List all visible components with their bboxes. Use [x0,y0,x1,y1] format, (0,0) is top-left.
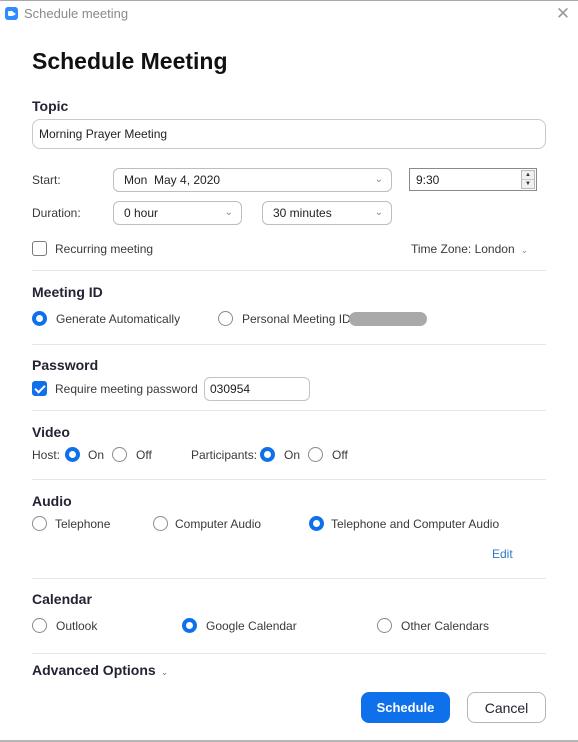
start-time-input[interactable] [410,169,510,190]
start-time-field[interactable]: ▲ ▼ [409,168,537,191]
recurring-label: Recurring meeting [55,242,154,256]
radio-label: Telephone and Computer Audio [331,517,500,531]
require-password-label: Require meeting password [55,382,198,396]
advanced-options-toggle[interactable]: Advanced Options ⌄ [32,662,168,678]
time-zone-select[interactable]: Time Zone: London ⌄ [411,242,528,256]
radio-other-calendars[interactable] [377,618,392,633]
password-title: Password [32,357,99,373]
chevron-down-icon: ⌄ [224,207,233,218]
radio-personal-meeting-id[interactable] [218,311,233,326]
topic-label: Topic [32,98,69,114]
meeting-id-title: Meeting ID [32,284,103,300]
radio-label: Other Calendars [401,619,490,633]
recurring-checkbox[interactable] [32,241,47,256]
radio-telephone-and-computer-audio[interactable] [309,516,324,531]
radio-computer-audio[interactable] [153,516,168,531]
topic-input[interactable] [32,119,546,149]
host-label: Host: [32,448,61,462]
radio-participants-off[interactable] [308,447,323,462]
radio-host-on[interactable] [65,447,80,462]
radio-label: Computer Audio [175,517,262,531]
page-title: Schedule Meeting [32,48,228,74]
spin-down-icon[interactable]: ▼ [522,180,534,189]
video-title: Video [32,424,70,440]
calendar-title: Calendar [32,591,92,607]
radio-label: Google Calendar [206,619,297,633]
duration-label: Duration: [32,206,81,220]
audio-title: Audio [32,493,72,509]
radio-generate-automatically[interactable] [32,311,47,326]
window-title: Schedule meeting [24,6,129,21]
require-password-checkbox[interactable] [32,381,47,396]
radio-label: Telephone [55,517,111,531]
radio-label: Generate Automatically [56,312,181,326]
schedule-button[interactable]: Schedule [361,692,450,723]
edit-audio-link[interactable]: Edit [492,547,513,561]
radio-label: On [88,448,105,462]
radio-label: On [284,448,301,462]
time-zone-value: Time Zone: London [411,242,515,256]
radio-google-calendar[interactable] [182,618,197,633]
duration-minutes-select[interactable]: 30 minutes ⌄ [262,201,392,225]
divider [32,270,546,271]
radio-participants-on[interactable] [260,447,275,462]
time-spinner[interactable]: ▲ ▼ [521,170,535,189]
radio-label: Personal Meeting ID [242,312,351,326]
radio-outlook[interactable] [32,618,47,633]
redacted-meeting-id [349,312,427,326]
divider [32,479,546,480]
divider [32,410,546,411]
password-input[interactable] [204,377,310,401]
duration-minutes-value: 30 minutes [273,206,332,220]
start-label: Start: [32,173,61,187]
radio-label: Off [332,448,348,462]
chevron-down-icon: ⌄ [374,207,383,218]
divider [32,578,546,579]
cancel-button[interactable]: Cancel [467,692,546,723]
start-date-value: Mon May 4, 2020 [124,173,221,187]
chevron-down-icon: ⌄ [374,174,383,185]
divider [32,344,546,345]
radio-host-off[interactable] [112,447,127,462]
participants-label: Participants: [191,448,258,462]
spin-up-icon[interactable]: ▲ [522,171,534,180]
radio-label: Outlook [56,619,98,633]
close-icon[interactable]: ✕ [553,4,573,24]
zoom-app-icon [5,7,18,20]
radio-label: Off [136,448,152,462]
chevron-down-icon: ⌄ [520,245,529,255]
duration-hours-value: 0 hour [124,206,159,220]
start-date-select[interactable]: Mon May 4, 2020 ⌄ [113,168,392,192]
title-bar: Schedule meeting ✕ [0,1,578,27]
duration-hours-select[interactable]: 0 hour ⌄ [113,201,242,225]
radio-telephone[interactable] [32,516,47,531]
divider [32,653,546,654]
chevron-down-icon: ⌄ [160,667,169,677]
advanced-options-label: Advanced Options [32,662,156,678]
